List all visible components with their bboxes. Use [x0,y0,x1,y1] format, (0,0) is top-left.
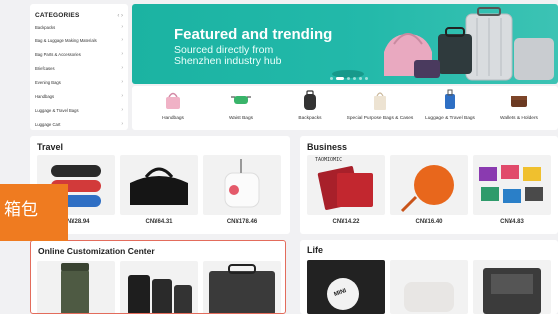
section-title: Online Customization Center [38,246,155,256]
sidebar-item-label: Bag Parts & Accessories [35,51,81,57]
product-tile[interactable] [203,261,281,313]
sidebar-item-handbags[interactable]: Handbags › [35,89,123,103]
product-price: CN¥14.22 [332,219,360,225]
backpack-icon [304,90,316,110]
duffel-bag-image [130,167,188,205]
category-special-purpose[interactable]: Special Purpose Bags & Cases [345,88,415,122]
product-tile[interactable] [120,261,198,313]
banner-title: Featured and trending [174,26,333,43]
chevron-right-icon: › [121,50,123,57]
organizer-image [483,268,541,314]
luggage-set-image [128,275,192,313]
section-title: Travel [37,142,64,152]
category-wallets[interactable]: Wallets & Holders [484,88,554,122]
category-luggage-travel[interactable]: Luggage & Travel Bags [415,88,485,122]
chevron-right-icon: › [121,120,123,127]
sidebar-item-evening-bags[interactable]: Evening Bags › [35,75,123,89]
round-pouch-image [400,165,454,213]
chevron-right-icon: › [121,64,123,71]
section-travel: Travel CN¥28.94 CN¥64.31 CN¥178.46 [30,136,290,234]
product-tile[interactable] [390,260,468,314]
product-tile[interactable] [37,261,115,313]
page: CATEGORIES ‹ › Backpacks › Bag & Luggage … [0,0,558,314]
sidebar-item-label: Handbags [35,93,55,99]
handbag-icon [166,92,180,109]
sidebar-item-label: Bag & Luggage Making Materials [35,37,97,43]
carousel-dot-active[interactable] [336,77,344,80]
category-label: Handbags [162,116,184,121]
category-label: Backpacks [298,116,322,121]
sidebar-item-luggage[interactable]: Luggage & Travel Bags › [35,103,123,117]
sidebar-title: CATEGORIES [35,12,80,19]
dry-bag-image [61,263,89,313]
category-label: Luggage & Travel Bags [425,116,475,121]
waist-bag-icon [231,96,251,104]
carousel-dot[interactable] [365,77,368,80]
sidebar-header: CATEGORIES ‹ › [35,9,123,22]
product-price: CN¥178.46 [226,219,258,225]
sidebar-item-parts[interactable]: Bag Parts & Accessories › [35,47,123,61]
carousel-dot[interactable] [330,77,333,80]
brand-tag: TAOMIOMIC [315,157,343,163]
overlay-label: 箱包 [0,184,68,241]
sidebar-item-label: Briefcases [35,65,55,71]
category-label: Waist Bags [228,116,254,121]
product-tile[interactable]: MINI [307,260,385,314]
kids-suitcase-image [224,159,260,208]
carousel-dot[interactable] [353,77,356,80]
product-price: CN¥64.31 [145,219,173,225]
product-price: CN¥16.40 [415,219,443,225]
laptop-sleeve-image [209,264,275,313]
chevron-right-icon: › [121,36,123,43]
wallet-image [317,166,373,210]
banner-subtitle: Sourced directly from Shenzhen industry … [174,45,281,67]
section-business: Business TAOMIOMIC CN¥14.22 CN¥16.40 CN¥… [300,136,558,234]
tote-bag-icon [374,92,386,110]
product-tile[interactable] [203,155,281,215]
sidebar-item-materials[interactable]: Bag & Luggage Making Materials › [35,33,123,47]
category-waist-bags[interactable]: Waist Bags [206,88,276,122]
product-tile[interactable] [473,260,551,314]
suitcase-icon [445,89,455,109]
section-life: Life MINI [300,240,558,314]
card-holders-image [479,165,543,203]
cosmetic-pouch-image [404,282,454,312]
chevron-right-icon: › [121,106,123,113]
banner-luggage-image [332,7,554,81]
sidebar-item-label: Backpacks [35,25,56,30]
product-tile[interactable]: TAOMIOMIC [307,155,385,215]
product-price: CN¥4.83 [500,219,524,225]
sidebar-item-label: Evening Bags [35,79,61,85]
wallet-icon [511,96,527,107]
carousel-dot[interactable] [347,77,350,80]
sidebar-item-backpacks[interactable]: Backpacks › [35,22,123,33]
chevron-right-icon: › [121,92,123,99]
sidebar-item-luggage-cart[interactable]: Luggage Cart › [35,117,123,131]
chevron-right-icon: › [121,78,123,85]
sidebar-arrows-icon[interactable]: ‹ › [117,13,123,19]
carousel-dot[interactable] [359,77,362,80]
banner-subtitle-line: Shenzhen industry hub [174,55,282,67]
category-handbags[interactable]: Handbags [138,88,208,122]
bags-image [307,260,385,314]
carousel-dots[interactable] [330,77,368,80]
chevron-right-icon: › [121,24,123,30]
section-customization[interactable]: Online Customization Center [30,240,286,314]
category-strip: Handbags Waist Bags Backpacks Special Pu… [132,86,558,130]
hero-banner[interactable]: Featured and trending Sourced directly f… [132,4,558,84]
section-title: Business [307,142,348,152]
category-label: Special Purpose Bags & Cases [346,116,414,121]
section-title: Life [307,245,324,255]
sidebar-item-label: Luggage Cart [35,121,61,127]
sidebar-item-briefcases[interactable]: Briefcases › [35,61,123,75]
category-label: Wallets & Holders [500,116,538,121]
category-backpacks[interactable]: Backpacks [275,88,345,122]
product-tile[interactable] [390,155,468,215]
categories-sidebar: CATEGORIES ‹ › Backpacks › Bag & Luggage … [30,4,128,130]
sidebar-item-label: Luggage & Travel Bags [35,107,79,113]
product-tile[interactable] [473,155,551,215]
product-tile[interactable] [120,155,198,215]
